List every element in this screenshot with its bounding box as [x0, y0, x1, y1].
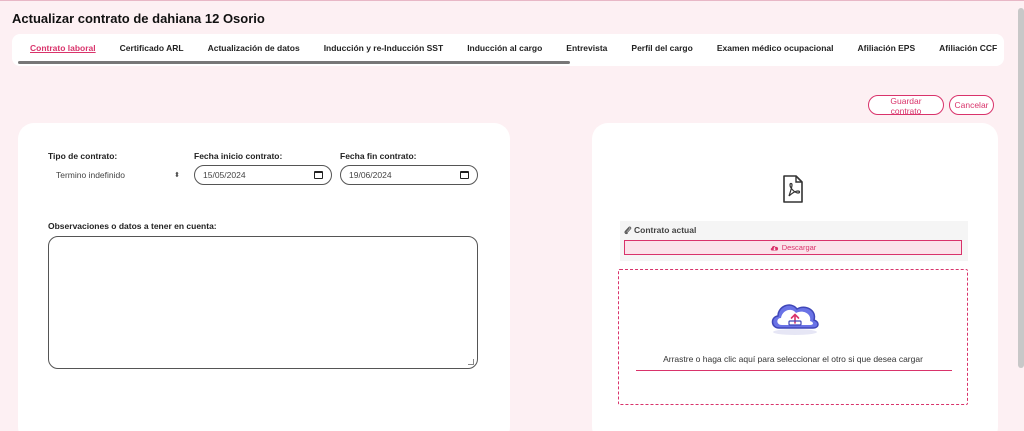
end-date-input[interactable]: 19/06/2024 [340, 165, 478, 185]
top-bar: Actualizar contrato de dahiana 12 Osorio [0, 0, 1024, 30]
tab-entrevista[interactable]: Entrevista [554, 34, 619, 62]
select-arrows-icon: ⬍ [174, 172, 180, 179]
contract-type-label: Tipo de contrato: [48, 151, 118, 161]
start-date-input[interactable]: 15/05/2024 [194, 165, 332, 185]
tab-afiliacion-ccf[interactable]: Afiliación CCF [927, 34, 1004, 62]
tab-perfil-del-cargo[interactable]: Perfil del cargo [619, 34, 704, 62]
start-date-value: 15/05/2024 [203, 170, 246, 180]
cloud-download-icon [770, 245, 778, 251]
tab-afiliacion-eps[interactable]: Afiliación EPS [846, 34, 928, 62]
calendar-icon[interactable] [314, 171, 323, 179]
notes-label: Observaciones o datos a tener en cuenta: [48, 221, 217, 231]
file-dropzone[interactable]: Arrastre o haga clic aquí para seleccion… [618, 269, 968, 405]
save-contract-button[interactable]: Guardar contrato [868, 95, 944, 116]
tab-induccion-al-cargo[interactable]: Inducción al cargo [455, 34, 554, 62]
page-scrollbar[interactable] [1018, 8, 1024, 368]
current-contract-label: Contrato actual [624, 225, 696, 235]
cloud-upload-icon [771, 304, 819, 335]
pdf-file-icon [783, 175, 803, 203]
tabs-scrollbar[interactable] [18, 61, 570, 64]
tab-examen-medico-ocupacional[interactable]: Examen médico ocupacional [705, 34, 846, 62]
start-date-label: Fecha inicio contrato: [194, 151, 283, 161]
calendar-icon[interactable] [460, 171, 469, 179]
end-date-label: Fecha fin contrato: [340, 151, 417, 161]
end-date-value: 19/06/2024 [349, 170, 392, 180]
notes-textarea[interactable] [48, 236, 478, 369]
tab-induccion-y-re-induccion-sst[interactable]: Inducción y re-Inducción SST [312, 34, 456, 62]
paperclip-icon [624, 226, 632, 234]
tab-actualizacion-de-datos[interactable]: Actualización de datos [196, 34, 312, 62]
contract-type-select[interactable]: Termino indefinido ⬍ [48, 165, 188, 185]
download-label: Descargar [781, 243, 817, 252]
download-button[interactable]: Descargar [624, 240, 962, 255]
document-card: Contrato actual Descargar Arrastre o hag… [592, 123, 998, 431]
current-contract-panel: Contrato actual Descargar [620, 221, 968, 261]
cancel-button[interactable]: Cancelar [949, 95, 994, 115]
tab-list: Contrato laboral Certificado ARL Actualiza… [18, 34, 1004, 62]
resize-handle-icon[interactable] [468, 359, 474, 365]
dropzone-divider [636, 370, 952, 371]
page-title: Actualizar contrato de dahiana 12 Osorio [12, 11, 265, 26]
contract-type-value: Termino indefinido [56, 170, 125, 180]
tab-contrato-laboral[interactable]: Contrato laboral [18, 34, 108, 62]
tabs-bar: Contrato laboral Certificado ARL Actualiza… [12, 34, 1004, 66]
tab-certificado-arl[interactable]: Certificado ARL [108, 34, 196, 62]
contract-form-card: Tipo de contrato: Termino indefinido ⬍ F… [18, 123, 510, 431]
dropzone-text: Arrastre o haga clic aquí para seleccion… [663, 354, 923, 364]
current-contract-text: Contrato actual [634, 225, 697, 235]
